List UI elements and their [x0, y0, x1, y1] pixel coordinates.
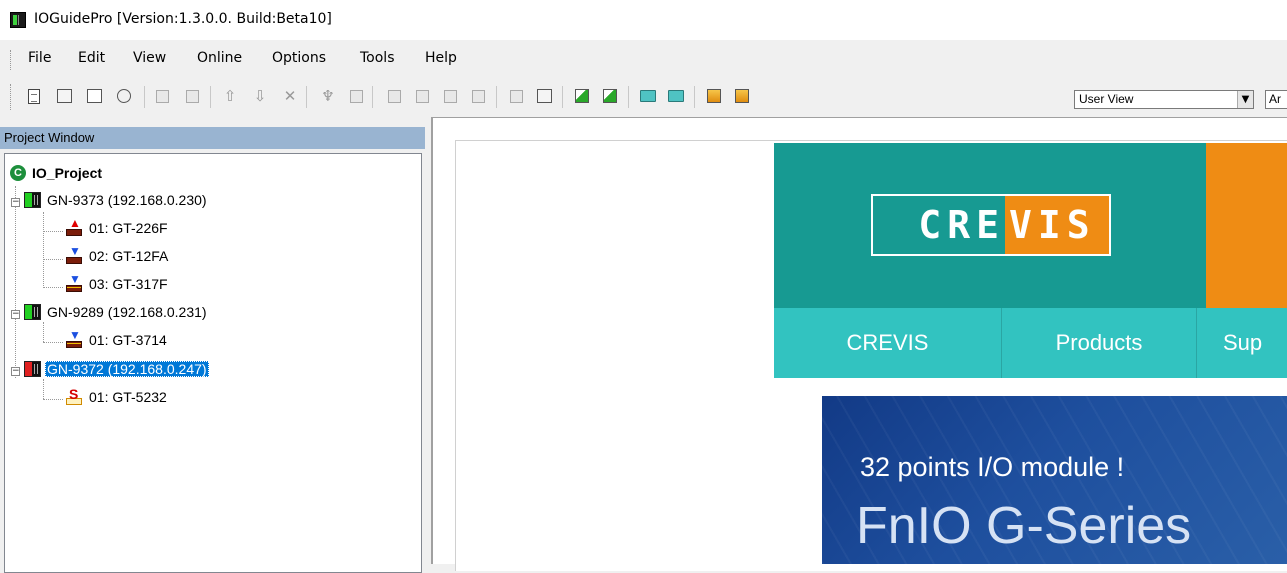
title-bar: IOGuidePro [Version:1.3.0.0. Build:Beta1… — [0, 0, 1287, 40]
add-node-icon[interactable] — [152, 86, 172, 106]
toolbar-separator — [694, 86, 695, 108]
open-project-icon[interactable] — [54, 86, 74, 106]
menu-edit[interactable]: Edit — [74, 50, 109, 66]
tree-line — [15, 186, 16, 378]
toolbar-grip[interactable] — [10, 84, 13, 110]
nav-crevis[interactable]: CREVIS — [774, 308, 1001, 378]
tree-line — [43, 231, 63, 232]
toolbar-separator — [144, 86, 145, 108]
tree-root-label: IO_Project — [32, 165, 103, 181]
tree-line — [43, 212, 44, 288]
menubar-grip[interactable] — [10, 50, 13, 70]
module-input-icon: ▼ — [65, 245, 83, 264]
tree-module[interactable]: ▼ 02: GT-12FA — [65, 245, 170, 264]
app-icon — [10, 12, 26, 28]
download-icon[interactable] — [412, 86, 432, 106]
web-header-accent — [1206, 143, 1287, 308]
logo-left: CRE — [873, 196, 1005, 254]
logo-right: VIS — [1005, 196, 1109, 254]
module-analog-input-icon: ▼ — [65, 273, 83, 292]
save-icon[interactable] — [84, 86, 104, 106]
tree-module-label: 02: GT-12FA — [89, 248, 169, 264]
tree-module-label: 03: GT-317F — [89, 276, 168, 292]
io-config-icon[interactable] — [346, 86, 366, 106]
settings-alt-icon[interactable] — [732, 86, 752, 106]
tree-module-label: 01: GT-226F — [89, 220, 168, 236]
menu-view[interactable]: View — [129, 50, 170, 66]
menu-options[interactable]: Options — [268, 50, 330, 66]
nav-support[interactable]: Sup — [1197, 308, 1287, 378]
collapse-icon[interactable]: − — [11, 367, 20, 376]
node-status-green-icon — [24, 192, 41, 208]
tree-module[interactable]: ▲ 01: GT-226F — [65, 217, 170, 236]
monitor-icon[interactable] — [468, 86, 488, 106]
window-title: IOGuidePro [Version:1.3.0.0. Build:Beta1… — [34, 11, 332, 27]
help-icon[interactable] — [114, 86, 134, 106]
compare-icon[interactable] — [440, 86, 460, 106]
tree-module[interactable]: S 01: GT-5232 — [65, 386, 169, 405]
secondary-select[interactable]: Ar — [1265, 90, 1287, 109]
node-status-green-icon — [24, 304, 41, 320]
move-down-icon[interactable]: ⇩ — [250, 86, 270, 106]
tree-line — [43, 379, 44, 399]
project-window-header: Project Window — [0, 127, 425, 149]
tree-line — [43, 287, 63, 288]
disconnect-icon[interactable] — [534, 86, 554, 106]
menu-bar: File Edit View Online Options Tools Help — [0, 46, 1287, 74]
tree-node[interactable]: GN-9289 (192.168.0.231) — [24, 304, 209, 320]
toolbar-separator — [562, 86, 563, 108]
module-output-icon: ▲ — [65, 217, 83, 236]
tree-node[interactable]: GN-9373 (192.168.0.230) — [24, 192, 209, 208]
stop-icon[interactable] — [600, 86, 620, 106]
upload-icon[interactable] — [384, 86, 404, 106]
crevis-logo[interactable]: CRE VIS — [871, 194, 1111, 256]
tree-node-selected[interactable]: GN-9372 (192.168.0.247) — [24, 361, 209, 377]
tree-node-label: GN-9372 (192.168.0.247) — [45, 361, 209, 377]
scan-network-icon[interactable]: ♆ — [318, 86, 338, 106]
nav-products[interactable]: Products — [1002, 308, 1196, 378]
run-icon[interactable] — [572, 86, 592, 106]
collapse-icon[interactable]: − — [11, 310, 20, 319]
view-select[interactable]: User View — [1074, 90, 1254, 109]
web-nav: CREVIS Products Sup — [774, 308, 1287, 378]
toolbar-separator — [372, 86, 373, 108]
collapse-icon[interactable]: − — [11, 198, 20, 207]
tree-module[interactable]: ▼ 01: GT-3714 — [65, 329, 169, 348]
forward-icon[interactable] — [638, 86, 658, 106]
node-status-red-icon — [24, 361, 41, 377]
tree-module[interactable]: ▼ 03: GT-317F — [65, 273, 170, 292]
tree-line — [43, 322, 44, 342]
tree-node-label: GN-9289 (192.168.0.231) — [47, 304, 207, 320]
tree-line — [43, 399, 63, 400]
new-document-icon[interactable] — [24, 86, 44, 106]
toolbar-separator — [496, 86, 497, 108]
toolbar-separator — [628, 86, 629, 108]
tree-module-label: 01: GT-5232 — [89, 389, 167, 405]
tree-line — [43, 342, 63, 343]
tree-line — [43, 259, 63, 260]
settings-icon[interactable] — [704, 86, 724, 106]
delete-icon[interactable]: ✕ — [280, 86, 300, 106]
toolbar-separator — [210, 86, 211, 108]
tree-root[interactable]: C IO_Project — [10, 165, 104, 181]
move-up-icon[interactable]: ⇧ — [220, 86, 240, 106]
connect-icon[interactable] — [506, 86, 526, 106]
banner-title: FnIO G-Series — [856, 497, 1192, 555]
menu-online[interactable]: Online — [193, 50, 246, 66]
module-analog-input-icon: ▼ — [65, 329, 83, 348]
tree-module-label: 01: GT-3714 — [89, 332, 167, 348]
view-select-dropdown-icon[interactable]: ▼ — [1237, 91, 1253, 108]
add-module-icon[interactable] — [182, 86, 202, 106]
module-special-icon: S — [65, 386, 83, 405]
banner-subtitle: 32 points I/O module ! — [860, 452, 1125, 482]
tree-node-label: GN-9373 (192.168.0.230) — [47, 192, 207, 208]
menu-tools[interactable]: Tools — [356, 50, 399, 66]
forward-alt-icon[interactable] — [666, 86, 686, 106]
project-icon: C — [10, 165, 26, 181]
menu-file[interactable]: File — [24, 50, 55, 66]
menu-help[interactable]: Help — [421, 50, 461, 66]
toolbar-separator — [306, 86, 307, 108]
